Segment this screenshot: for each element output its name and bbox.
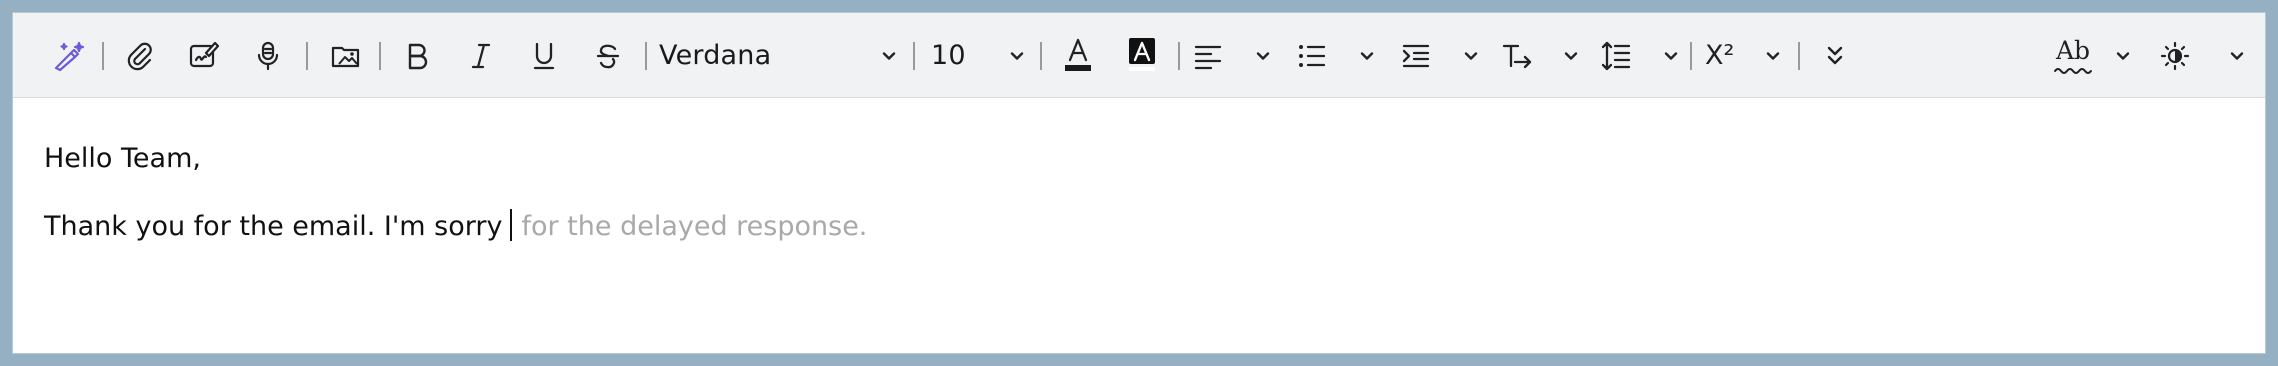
microphone-icon xyxy=(254,40,282,72)
chevron-down-icon xyxy=(1007,46,1027,66)
italic-button[interactable] xyxy=(453,13,509,98)
greeting-line: Hello Team, xyxy=(44,143,201,174)
toolbar-divider xyxy=(1178,42,1180,70)
toolbar-divider xyxy=(102,42,104,70)
chevron-down-icon xyxy=(1561,46,1581,66)
insert-image-button[interactable] xyxy=(315,13,377,98)
theme-toggle-dropdown[interactable] xyxy=(2159,13,2247,98)
chevron-down-icon xyxy=(2113,46,2133,66)
font-family-value: Verdana xyxy=(659,40,772,71)
indent-icon xyxy=(1401,42,1431,70)
signature-button[interactable] xyxy=(175,13,233,98)
align-left-icon xyxy=(1193,42,1223,70)
chevron-down-icon xyxy=(2227,46,2247,66)
font-color-icon xyxy=(1063,36,1093,76)
more-options-icon xyxy=(1823,43,1847,69)
font-color-button[interactable] xyxy=(1053,13,1103,98)
chevron-down-icon xyxy=(1357,46,1377,66)
font-size-dropdown[interactable]: 10 xyxy=(931,13,1027,98)
clear-formatting-dropdown[interactable] xyxy=(1501,13,1581,98)
chevron-down-icon xyxy=(1763,46,1783,66)
bold-icon xyxy=(404,41,430,71)
dictate-button[interactable] xyxy=(239,13,297,98)
italic-icon xyxy=(468,41,494,71)
chevron-down-icon xyxy=(879,46,899,66)
attach-button[interactable] xyxy=(111,13,169,98)
strikethrough-icon xyxy=(594,41,622,71)
superscript-dropdown[interactable]: X² xyxy=(1705,13,1783,98)
clear-formatting-icon xyxy=(1501,42,1533,70)
font-family-dropdown[interactable]: Verdana xyxy=(659,13,899,98)
highlight-color-icon xyxy=(1127,36,1157,76)
message-body-editor[interactable]: Hello Team, Thank you for the email. I'm… xyxy=(13,98,2265,353)
image-folder-icon xyxy=(330,42,362,70)
line-spacing-dropdown[interactable] xyxy=(1601,13,1681,98)
toolbar-divider xyxy=(1690,42,1692,70)
toolbar-divider xyxy=(306,42,308,70)
spelling-label: Ab xyxy=(2056,35,2091,65)
superscript-icon: X² xyxy=(1705,40,1735,71)
chevron-down-icon xyxy=(1461,46,1481,66)
spelling-icon: Ab xyxy=(2053,36,2093,76)
bullet-list-icon xyxy=(1297,42,1327,70)
underline-icon xyxy=(531,40,557,72)
toolbar-divider xyxy=(645,42,647,70)
editor-dropdown[interactable]: Ab xyxy=(2053,13,2133,98)
align-dropdown[interactable] xyxy=(1193,13,1273,98)
indent-dropdown[interactable] xyxy=(1401,13,1481,98)
chevron-down-icon xyxy=(1253,46,1273,66)
line-spacing-icon xyxy=(1601,40,1631,72)
signature-icon xyxy=(188,41,220,71)
strikethrough-button[interactable] xyxy=(580,13,636,98)
text-cursor xyxy=(510,209,513,241)
toolbar-divider xyxy=(1040,42,1042,70)
theme-toggle-icon xyxy=(2159,40,2191,72)
highlight-color-button[interactable] xyxy=(1117,13,1167,98)
compose-window: Verdana 10 X² Ab Hello Team, Thank you f… xyxy=(12,12,2266,354)
formatting-toolbar: Verdana 10 X² Ab xyxy=(13,13,2265,98)
bullet-list-dropdown[interactable] xyxy=(1297,13,1377,98)
underline-button[interactable] xyxy=(516,13,572,98)
bold-button[interactable] xyxy=(389,13,445,98)
chevron-down-icon xyxy=(1661,46,1681,66)
toolbar-divider xyxy=(913,42,915,70)
paperclip-icon xyxy=(125,41,155,71)
ai-assist-button[interactable] xyxy=(37,13,99,98)
body-line: Thank you for the email. I'm sorry for th… xyxy=(44,209,867,242)
font-size-value: 10 xyxy=(931,40,966,71)
toolbar-divider xyxy=(379,42,381,70)
more-options-button[interactable] xyxy=(1811,13,1859,98)
sparkle-pen-icon xyxy=(51,40,85,72)
toolbar-divider xyxy=(1798,42,1800,70)
typed-text: Thank you for the email. I'm sorry xyxy=(44,211,503,242)
autocomplete-suggestion[interactable]: for the delayed response. xyxy=(521,211,867,242)
